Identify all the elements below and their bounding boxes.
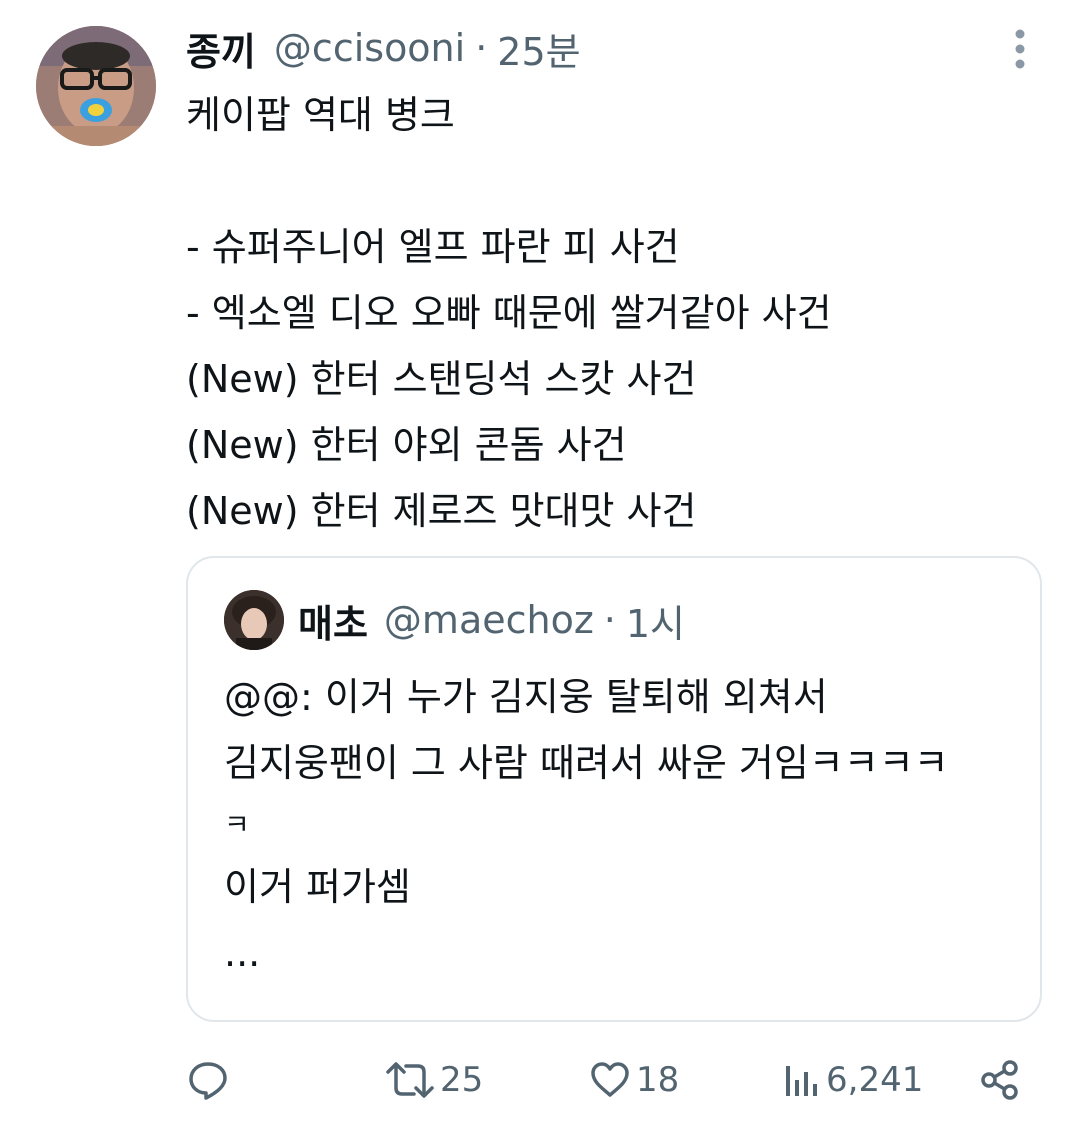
heart-icon bbox=[591, 1062, 629, 1097]
tweet-header: 종끼 @ccisooni · 25분 bbox=[186, 20, 581, 76]
quoted-avatar-image bbox=[224, 590, 284, 650]
more-vertical-icon bbox=[1015, 29, 1025, 69]
views-button[interactable]: 6,241 bbox=[782, 1052, 923, 1108]
avatar-image bbox=[36, 26, 156, 146]
author-avatar[interactable] bbox=[36, 26, 156, 146]
reply-button[interactable] bbox=[186, 1052, 234, 1108]
tweet-timestamp[interactable]: 25분 bbox=[497, 21, 580, 76]
tweet-line: - 슈퍼주니어 엘프 파란 피 사건 bbox=[186, 225, 680, 269]
tweet-line: (New) 한터 스탠딩석 스캇 사건 bbox=[186, 357, 697, 401]
quoted-tweet-header: 매초 @maechoz · 1시 bbox=[298, 590, 685, 650]
quoted-line: ... bbox=[224, 931, 261, 975]
quoted-tweet-text: @@: 이거 누가 김지웅 탈퇴해 외쳐서 김지웅팬이 그 사람 때려서 싸운 … bbox=[224, 664, 1014, 986]
quoted-tweet-timestamp: 1시 bbox=[625, 601, 686, 646]
retweet-count: 25 bbox=[440, 1060, 484, 1100]
tweet-line: (New) 한터 제로즈 맛대맛 사건 bbox=[186, 489, 697, 533]
quoted-line: @@: 이거 누가 김지웅 탈퇴해 외쳐서 bbox=[224, 675, 828, 719]
quoted-author-name: 매초 bbox=[298, 601, 368, 646]
share-button[interactable] bbox=[978, 1052, 1022, 1108]
tweet-text: 케이팝 역대 병크 - 슈퍼주니어 엘프 파란 피 사건 - 엑소엘 디오 오빠… bbox=[186, 82, 1046, 544]
retweet-button[interactable]: 25 bbox=[384, 1052, 483, 1108]
quoted-line: 김지웅팬이 그 사람 때려서 싸운 거임ㅋㅋㅋㅋ bbox=[224, 741, 949, 785]
views-icon bbox=[786, 1066, 817, 1096]
quoted-header-separator: · bbox=[603, 598, 616, 642]
quoted-line: ㅋ bbox=[224, 808, 250, 841]
quoted-line: 이거 퍼가셈 bbox=[224, 865, 411, 909]
like-button[interactable]: 18 bbox=[588, 1052, 679, 1108]
tweet-actions-bar: 25 18 6,241 bbox=[186, 1052, 1046, 1108]
more-options-button[interactable] bbox=[1006, 26, 1034, 72]
tweet-line: - 엑소엘 디오 오빠 때문에 쌀거같아 사건 bbox=[186, 291, 832, 335]
tweet-line: 케이팝 역대 병크 bbox=[186, 93, 455, 137]
share-icon bbox=[981, 1060, 1018, 1100]
header-separator: · bbox=[475, 26, 488, 70]
retweet-icon bbox=[386, 1062, 434, 1098]
quoted-author-handle: @maechoz bbox=[383, 598, 594, 642]
author-name[interactable]: 종끼 bbox=[186, 21, 256, 76]
tweet-line: (New) 한터 야외 콘돔 사건 bbox=[186, 423, 627, 467]
quoted-tweet-card[interactable]: 매초 @maechoz · 1시 @@: 이거 누가 김지웅 탈퇴해 외쳐서 김… bbox=[186, 556, 1042, 1022]
reply-icon bbox=[189, 1062, 227, 1100]
author-handle[interactable]: @ccisooni bbox=[274, 26, 465, 70]
quoted-author-avatar[interactable] bbox=[224, 590, 284, 650]
like-count: 18 bbox=[636, 1060, 680, 1100]
views-count: 6,241 bbox=[826, 1060, 924, 1100]
